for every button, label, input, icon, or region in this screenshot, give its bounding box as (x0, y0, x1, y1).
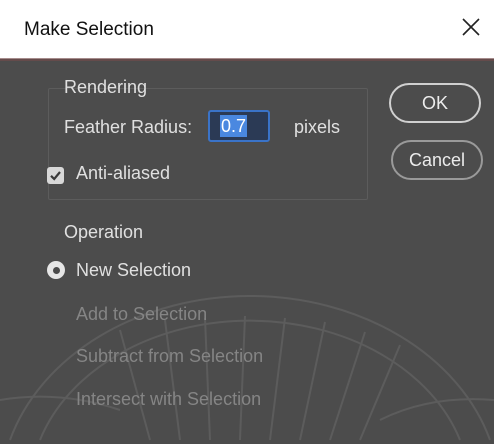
title-bar: Make Selection (0, 0, 494, 59)
feather-radius-unit: pixels (294, 117, 341, 137)
subtract-from-selection-option: Subtract from Selection (76, 346, 264, 366)
anti-aliased-label: Anti-aliased (76, 163, 171, 183)
cancel-button[interactable]: Cancel (391, 140, 483, 180)
feather-radius-value: 0.7 (220, 115, 248, 137)
feather-radius-label: Feather Radius: (64, 117, 193, 137)
new-selection-radio[interactable] (47, 261, 65, 279)
feather-radius-input[interactable]: 0.7 (208, 110, 270, 142)
ok-button[interactable]: OK (389, 83, 481, 123)
anti-aliased-checkbox[interactable] (47, 167, 64, 184)
radio-selected-dot (52, 266, 60, 274)
close-button[interactable] (456, 12, 486, 42)
title-divider (0, 58, 494, 61)
make-selection-dialog: Make Selection Rendering Feather Radius:… (0, 0, 494, 444)
dialog-title: Make Selection (24, 19, 154, 40)
new-selection-label: New Selection (76, 260, 192, 280)
add-to-selection-option: Add to Selection (76, 304, 208, 324)
intersect-with-selection-option: Intersect with Selection (76, 389, 262, 409)
checkmark-icon (50, 171, 61, 181)
close-icon (462, 18, 480, 36)
rendering-group-label: Rendering (64, 77, 148, 97)
operation-group-label: Operation (64, 222, 144, 242)
